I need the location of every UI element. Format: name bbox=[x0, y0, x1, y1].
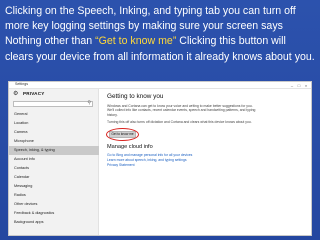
sidebar-item-other-devices[interactable]: Other devices bbox=[9, 200, 99, 209]
privacy-statement-link[interactable]: Privacy Statement bbox=[107, 163, 307, 168]
window-titlebar: Settings – □ × bbox=[9, 82, 311, 89]
sidebar-item-messaging[interactable]: Messaging bbox=[9, 182, 99, 191]
sidebar-item-background-apps[interactable]: Background apps bbox=[9, 218, 99, 227]
settings-search-input[interactable]: ⚲ bbox=[13, 100, 93, 107]
window-title: Settings bbox=[15, 82, 28, 86]
search-icon: ⚲ bbox=[87, 100, 91, 106]
sidebar-item-location[interactable]: Location bbox=[9, 119, 99, 128]
close-button[interactable]: × bbox=[303, 83, 309, 88]
sidebar-item-general[interactable]: General bbox=[9, 110, 99, 119]
caption-highlight: “Get to know me” bbox=[95, 35, 177, 48]
turn-off-note: Turning this off also turns off dictatio… bbox=[107, 120, 252, 125]
sidebar-item-microphone[interactable]: Microphone bbox=[9, 137, 99, 146]
main-content: Getting to know you Windows and Cortana … bbox=[106, 93, 307, 168]
slide-caption: Clicking on the Speech, Inking, and typi… bbox=[5, 4, 315, 65]
highlight-ring bbox=[106, 127, 139, 141]
sidebar-item-contacts[interactable]: Contacts bbox=[9, 164, 99, 173]
button-area: Get to know me bbox=[106, 127, 147, 142]
sidebar-item-radios[interactable]: Radios bbox=[9, 191, 99, 200]
sidebar-item-speech-inking-typing[interactable]: Speech, inking, & typing bbox=[9, 146, 99, 155]
cloud-info-heading: Manage cloud info bbox=[107, 143, 153, 150]
page-title: Getting to know you bbox=[107, 93, 164, 100]
sidebar-item-account-info[interactable]: Account info bbox=[9, 155, 99, 164]
sidebar-list: General Location Camera Microphone Speec… bbox=[9, 110, 99, 227]
privacy-sidebar: ⚙ PRIVACY ⚲ General Location Camera Micr… bbox=[9, 89, 99, 235]
sidebar-item-camera[interactable]: Camera bbox=[9, 128, 99, 137]
settings-screenshot: Settings – □ × ⚙ PRIVACY ⚲ General Locat… bbox=[8, 81, 312, 236]
sidebar-title: PRIVACY bbox=[23, 91, 45, 96]
sidebar-item-feedback-diagnostics[interactable]: Feedback & diagnostics bbox=[9, 209, 99, 218]
minimize-button[interactable]: – bbox=[289, 83, 295, 88]
description-paragraph: Windows and Cortana can get to know your… bbox=[107, 104, 256, 117]
sidebar-header: ⚙ PRIVACY bbox=[9, 89, 99, 100]
gear-icon[interactable]: ⚙ bbox=[13, 90, 18, 99]
sidebar-item-calendar[interactable]: Calendar bbox=[9, 173, 99, 182]
maximize-button[interactable]: □ bbox=[296, 83, 302, 88]
